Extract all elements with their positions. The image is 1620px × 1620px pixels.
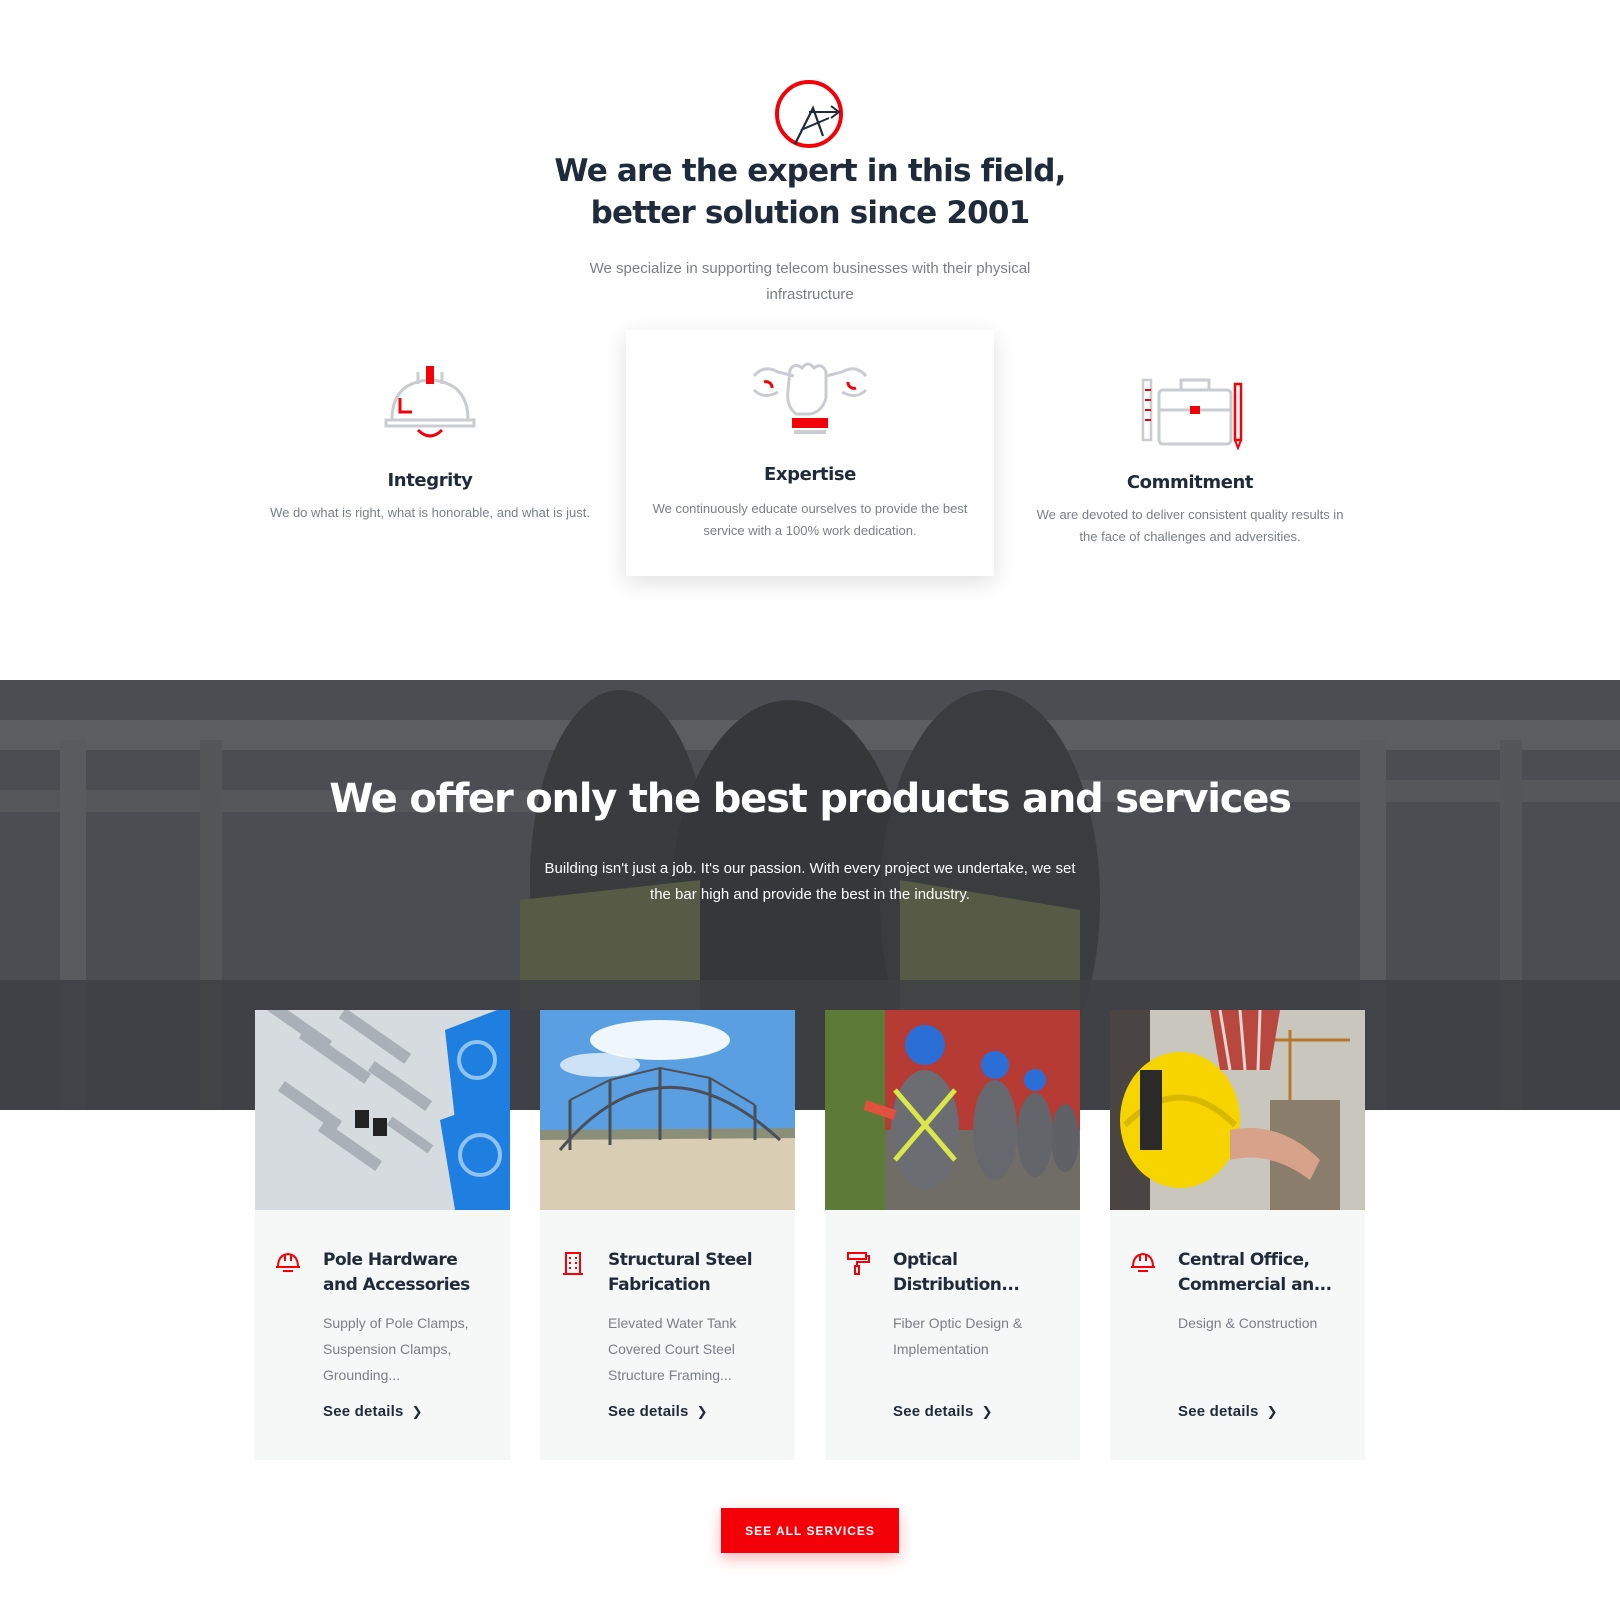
service-card-pole-hardware[interactable]: Pole Hardware and Accessories Supply of …	[255, 1010, 510, 1460]
page-title-line2: better solution since 2001	[590, 195, 1031, 231]
service-photo	[825, 1010, 1080, 1210]
value-title: Integrity	[387, 470, 473, 491]
value-expertise: Expertise We continuously educate oursel…	[626, 330, 994, 576]
service-photo	[540, 1010, 795, 1210]
service-title: Structural Steel Fabrication	[608, 1250, 753, 1295]
building-icon	[563, 1252, 583, 1275]
service-photo	[255, 1010, 510, 1210]
service-title: Optical Distribution...	[893, 1250, 1020, 1295]
chevron-right-icon: ❯	[696, 1404, 708, 1419]
page-title-line1: We are the expert in this field,	[554, 153, 1066, 189]
see-details-label: See details	[323, 1403, 404, 1420]
logo-mark-icon	[775, 80, 843, 148]
see-all-services-button[interactable]: SEE ALL SERVICES	[721, 1508, 899, 1553]
hard-hat-icon	[384, 366, 476, 438]
see-details-link[interactable]: See details ❯	[1178, 1403, 1278, 1420]
intro-text: We specialize in supporting telecom busi…	[589, 260, 1031, 303]
service-title: Pole Hardware and Accessories	[323, 1250, 470, 1295]
service-description: Fiber Optic Design & Implementation	[893, 1315, 1023, 1357]
see-details-label: See details	[893, 1403, 974, 1420]
chevron-right-icon: ❯	[981, 1404, 993, 1419]
value-title: Commitment	[1126, 472, 1254, 493]
helmet-icon	[276, 1252, 300, 1272]
service-photo	[1110, 1010, 1365, 1210]
paint-roller-icon	[847, 1252, 870, 1275]
see-details-label: See details	[608, 1403, 689, 1420]
see-details-label: See details	[1178, 1403, 1259, 1420]
page-title: We are the expert in this field, better …	[0, 150, 1620, 234]
value-text: We are devoted to deliver consistent qua…	[1036, 507, 1344, 544]
service-card-structural-steel[interactable]: Structural Steel Fabrication Elevated Wa…	[540, 1010, 795, 1460]
value-commitment: Commitment We are devoted to deliver con…	[1020, 362, 1360, 562]
briefcase-icon	[1141, 378, 1243, 450]
service-description: Supply of Pole Clamps, Suspension Clamps…	[323, 1315, 469, 1383]
service-title: Central Office, Commercial an...	[1178, 1250, 1332, 1295]
services-section-text: Building isn't just a job. It's our pass…	[544, 860, 1076, 903]
chevron-right-icon: ❯	[1266, 1404, 1278, 1419]
services-section-title: We offer only the best products and serv…	[329, 776, 1292, 822]
value-title: Expertise	[764, 464, 856, 485]
service-card-optical-distribution[interactable]: Optical Distribution... Fiber Optic Desi…	[825, 1010, 1080, 1460]
helmet-icon	[1131, 1252, 1155, 1272]
see-details-link[interactable]: See details ❯	[608, 1403, 708, 1420]
wrench-fist-icon	[752, 362, 868, 434]
value-text: We do what is right, what is honorable, …	[270, 505, 590, 520]
value-integrity: Integrity We do what is right, what is h…	[260, 360, 600, 560]
service-description: Design & Construction	[1178, 1315, 1318, 1331]
service-description: Elevated Water Tank Covered Court Steel …	[608, 1315, 737, 1383]
see-details-link[interactable]: See details ❯	[323, 1403, 423, 1420]
chevron-right-icon: ❯	[411, 1404, 423, 1419]
see-details-link[interactable]: See details ❯	[893, 1403, 993, 1420]
service-card-central-office[interactable]: Central Office, Commercial an... Design …	[1110, 1010, 1365, 1460]
value-text: We continuously educate ourselves to pro…	[652, 501, 968, 538]
